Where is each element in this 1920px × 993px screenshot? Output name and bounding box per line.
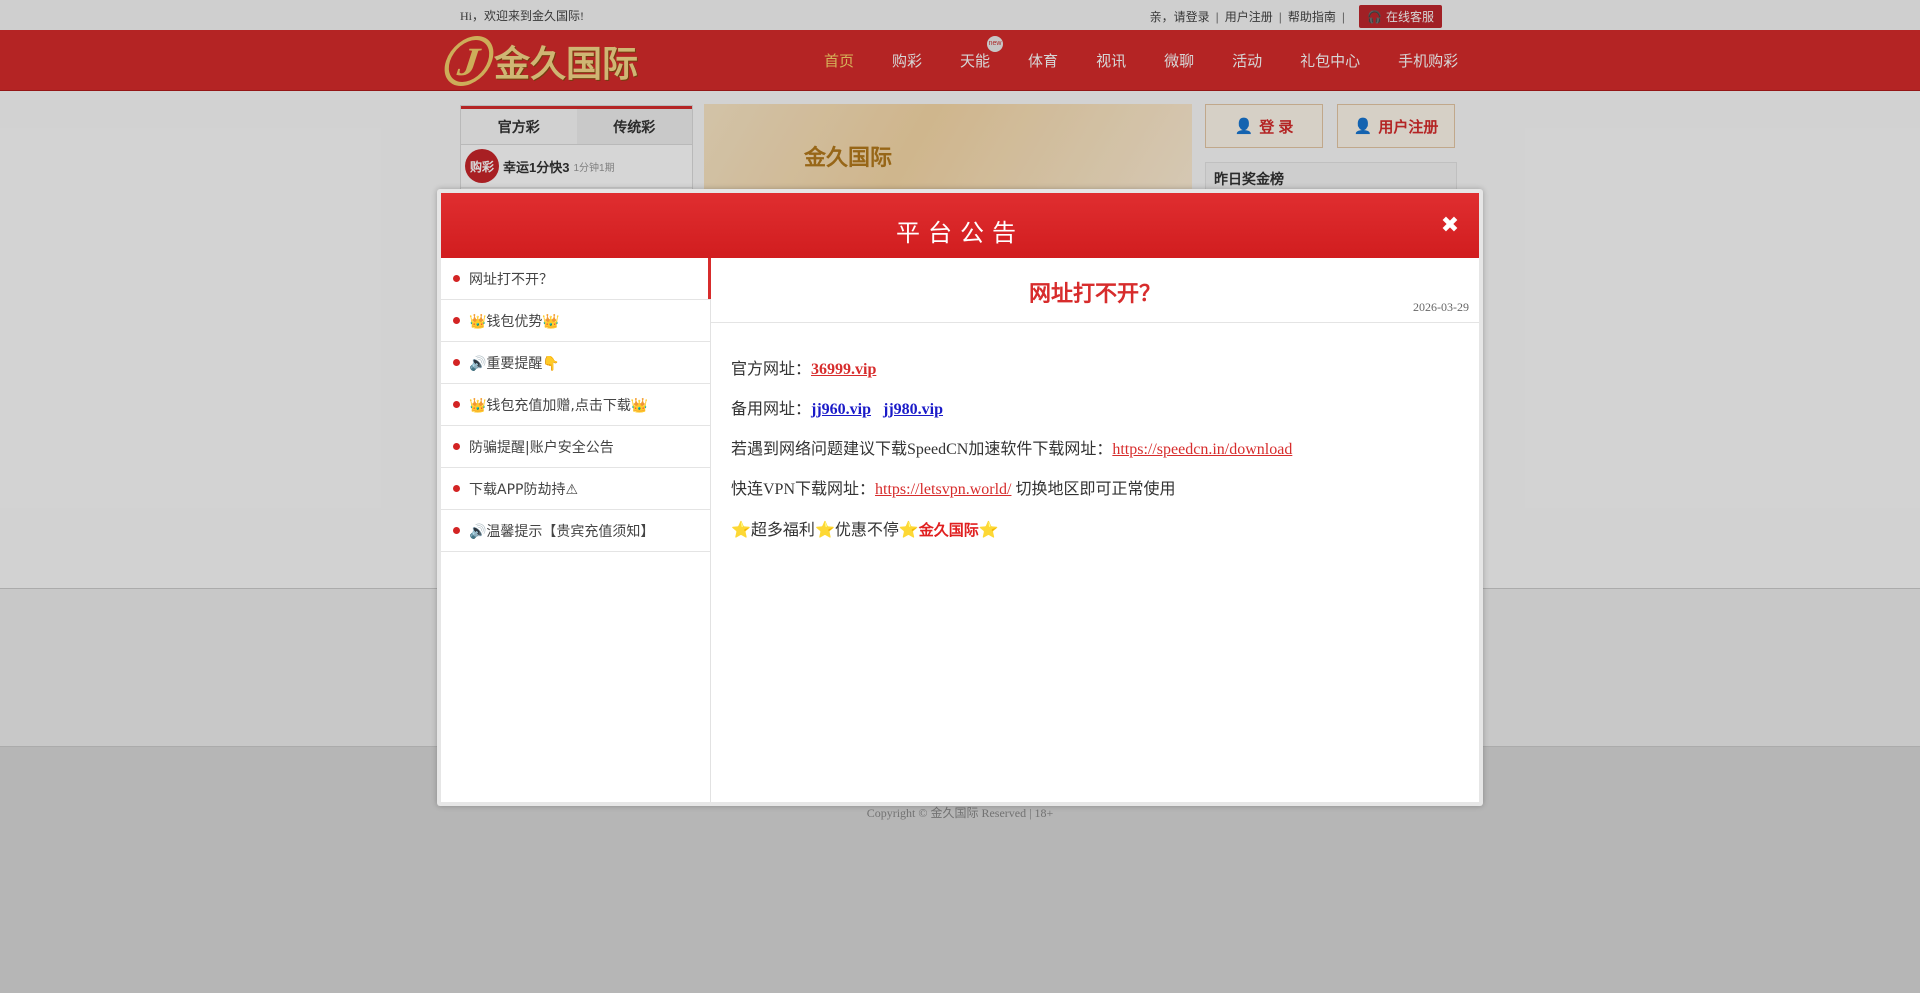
notice-label: 防骗提醒|账户安全公告 (469, 439, 614, 456)
notice-item[interactable]: 网址打不开？ (441, 258, 711, 300)
notice-item[interactable]: 防骗提醒|账户安全公告 (441, 426, 710, 468)
star-icon: ⭐ (814, 522, 835, 539)
notice-list: 网址打不开？ 👑钱包优势👑 🔊重要提醒👇 👑钱包充值加赠,点击下载👑 防骗提醒|… (441, 258, 711, 802)
notice-label: 👑钱包优势👑 (469, 313, 560, 330)
notice-item[interactable]: 🔊温馨提示【贵宾充值须知】 (441, 510, 710, 552)
official-url-link[interactable]: 36999.vip (811, 361, 876, 378)
promo-text-2: 优惠不停 (834, 522, 899, 539)
article-title: 网址打不开？ (1028, 282, 1161, 307)
backup-url-link-1[interactable]: jj960.vip (811, 401, 871, 418)
speedcn-line: 若遇到网络问题建议下载SpeedCN加速软件下载网址：https://speed… (731, 438, 1469, 462)
article-date: 2026-03-29 (1413, 300, 1469, 314)
announcement-modal: 平台公告 ✖ 网址打不开？ 👑钱包优势👑 🔊重要提醒👇 👑钱包充值加赠,点击下载… (437, 189, 1483, 806)
vpn-line: 快连VPN下载网址：https://letsvpn.world/ 切换地区即可正… (731, 478, 1469, 502)
divider (711, 322, 1479, 323)
bullet-icon (453, 485, 460, 492)
notice-label: 🔊温馨提示【贵宾充值须知】 (469, 523, 655, 540)
official-url-label: 官方网址： (731, 361, 812, 378)
modal-body: 平台公告 ✖ 网址打不开？ 👑钱包优势👑 🔊重要提醒👇 👑钱包充值加赠,点击下载… (441, 193, 1479, 802)
vpn-suffix: 切换地区即可正常使用 (1011, 481, 1176, 498)
notice-detail: 网址打不开？ 2026-03-29 官方网址：36999.vip 备用网址：jj… (711, 258, 1479, 802)
speedcn-text: 若遇到网络问题建议下载SpeedCN加速软件下载网址： (731, 441, 1113, 458)
vpn-link[interactable]: https://letsvpn.world/ (875, 481, 1011, 498)
bullet-icon (453, 443, 460, 450)
notice-label: 👑钱包充值加赠,点击下载👑 (469, 397, 649, 414)
promo-text-1: 超多福利 (750, 522, 815, 539)
promo-brand: 金久国际 (918, 521, 979, 539)
bullet-icon (453, 275, 460, 282)
article-body: 官方网址：36999.vip 备用网址：jj960.vip jj980.vip … (731, 358, 1469, 559)
notice-item[interactable]: 👑钱包优势👑 (441, 300, 710, 342)
close-icon[interactable]: ✖ (1437, 212, 1463, 238)
bullet-icon (453, 527, 460, 534)
official-url-line: 官方网址：36999.vip (731, 358, 1469, 382)
bullet-icon (453, 359, 460, 366)
backup-url-link-2[interactable]: jj980.vip (883, 401, 943, 418)
notice-label: 🔊重要提醒👇 (469, 355, 560, 372)
speedcn-link[interactable]: https://speedcn.in/download (1112, 441, 1292, 458)
star-icon: ⭐ (731, 522, 751, 539)
bullet-icon (453, 401, 460, 408)
modal-title: 平台公告 (896, 219, 1024, 247)
bullet-icon (453, 317, 460, 324)
star-icon: ⭐ (898, 522, 919, 539)
notice-item[interactable]: 👑钱包充值加赠,点击下载👑 (441, 384, 710, 426)
notice-item[interactable]: 🔊重要提醒👇 (441, 342, 710, 384)
backup-url-label: 备用网址： (731, 401, 812, 418)
promo-line: ⭐超多福利⭐优惠不停⭐金久国际⭐ (731, 518, 1469, 543)
notice-label: 下载APP防劫持⚠ (469, 481, 579, 498)
backup-url-line: 备用网址：jj960.vip jj980.vip (731, 398, 1469, 422)
notice-label: 网址打不开？ (469, 271, 553, 288)
modal-header: 平台公告 ✖ (441, 193, 1479, 258)
vpn-label: 快连VPN下载网址： (731, 481, 876, 498)
notice-item[interactable]: 下载APP防劫持⚠ (441, 468, 710, 510)
star-icon: ⭐ (978, 522, 999, 539)
